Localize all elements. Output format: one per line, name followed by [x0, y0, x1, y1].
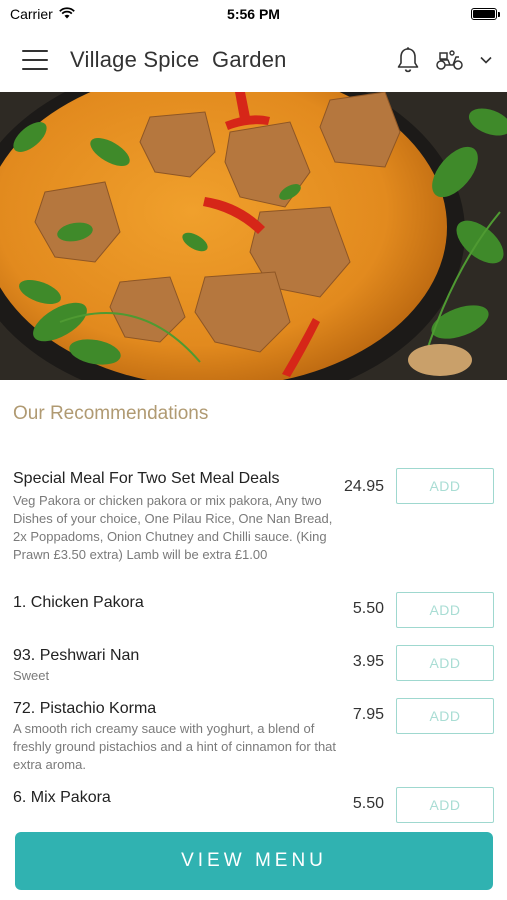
item-price: 5.50: [352, 795, 384, 812]
battery-icon: [471, 8, 500, 20]
carrier-label: Carrier: [10, 6, 53, 22]
item-description: Sweet: [13, 668, 50, 683]
item-price: 5.50: [352, 600, 384, 617]
item-price: 24.95: [343, 478, 384, 495]
chevron-down-icon[interactable]: [479, 55, 493, 65]
item-name: Special Meal For Two Set Meal Deals: [13, 470, 280, 487]
hero-image: [0, 92, 507, 380]
item-description: A smooth rich creamy sauce with yoghurt,…: [13, 721, 337, 772]
add-button[interactable]: ADD: [396, 468, 494, 504]
recommendations-title: Our Recommendations: [13, 403, 209, 424]
add-button[interactable]: ADD: [396, 698, 494, 734]
item-name: 72. Pistachio Korma: [13, 700, 157, 717]
item-name: 6. Mix Pakora: [13, 789, 111, 806]
scooter-icon[interactable]: [435, 48, 465, 72]
add-button[interactable]: ADD: [396, 645, 494, 681]
restaurant-title: Village Spice Garden: [70, 47, 287, 72]
item-price: 7.95: [352, 706, 384, 723]
header-icons: [395, 46, 493, 74]
add-button[interactable]: ADD: [396, 592, 494, 628]
app-header: Village Spice Garden: [0, 28, 507, 92]
view-menu-button[interactable]: VIEW MENU: [15, 832, 493, 890]
item-description: Veg Pakora or chicken pakora or mix pako…: [13, 493, 333, 562]
item-name: 1. Chicken Pakora: [13, 594, 144, 611]
battery-level: [473, 10, 495, 18]
item-name: 93. Peshwari Nan: [13, 647, 140, 664]
wifi-icon: [58, 6, 75, 22]
bell-icon[interactable]: [395, 46, 421, 74]
status-time: 5:56 PM: [227, 6, 280, 22]
menu-icon[interactable]: [22, 50, 48, 70]
status-left: Carrier: [10, 6, 75, 22]
item-price: 3.95: [352, 653, 384, 670]
add-button[interactable]: ADD: [396, 787, 494, 823]
status-bar: Carrier 5:56 PM: [0, 0, 507, 28]
